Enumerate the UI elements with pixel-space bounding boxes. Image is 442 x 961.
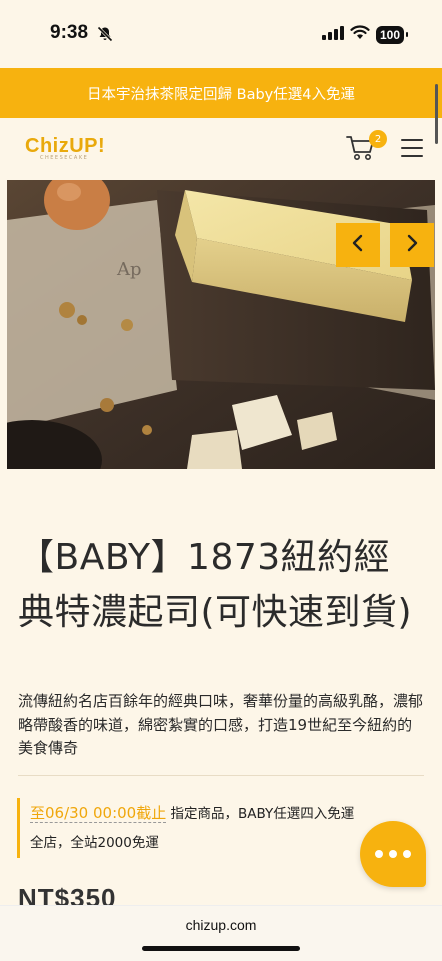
product-description: 流傳紐約名店百餘年的經典口味，奢華份量的高級乳酪，濃郁略帶酸香的味道，綿密紮實的…: [18, 692, 424, 757]
chevron-right-icon: [405, 234, 419, 256]
browser-address-bar[interactable]: chizup.com: [0, 905, 442, 961]
chat-dot: [375, 850, 383, 858]
status-bar: 9:38 100: [0, 0, 442, 68]
product-price: NT$350: [18, 883, 117, 905]
status-indicators: 100: [321, 25, 409, 44]
wifi-icon: [350, 25, 370, 44]
svg-text:Ap: Ap: [116, 259, 142, 280]
battery-indicator: 100: [375, 25, 409, 44]
promo-deadline[interactable]: 至06/30 00:00截止: [30, 804, 167, 823]
chat-dot: [389, 850, 397, 858]
signal-icon: [321, 25, 344, 44]
brand-logo-subtitle: CHEESECAKE: [40, 155, 89, 161]
hamburger-menu-icon[interactable]: [401, 139, 423, 157]
site-header: ChizUP! CHEESECAKE 2: [0, 118, 442, 180]
product-title: 【BABY】1873紐約經典特濃起司(可快速到貨): [18, 537, 413, 633]
carousel-prev-button[interactable]: [336, 223, 380, 267]
announcement-text: 日本宇治抹茶限定回歸 Baby任選4入免運: [87, 86, 355, 103]
url-text[interactable]: chizup.com: [0, 917, 442, 933]
home-indicator[interactable]: [142, 946, 300, 951]
announcement-bar[interactable]: 日本宇治抹茶限定回歸 Baby任選4入免運: [0, 68, 442, 118]
chat-button[interactable]: [360, 821, 426, 887]
chat-dot: [403, 850, 411, 858]
divider: [18, 775, 424, 776]
bell-muted-icon: [97, 26, 113, 46]
cart-count-badge: 2: [369, 130, 387, 148]
chevron-left-icon: [351, 234, 365, 256]
promo-detail: 指定商品，BABY任選四入免運: [166, 806, 355, 822]
promotion-notice: 至06/30 00:00截止 指定商品，BABY任選四入免運 全店，全站2000…: [17, 798, 417, 858]
promo-shipping: 全店，全站2000免運: [30, 835, 159, 851]
carousel-next-button[interactable]: [390, 223, 434, 267]
status-time: 9:38: [50, 22, 89, 43]
